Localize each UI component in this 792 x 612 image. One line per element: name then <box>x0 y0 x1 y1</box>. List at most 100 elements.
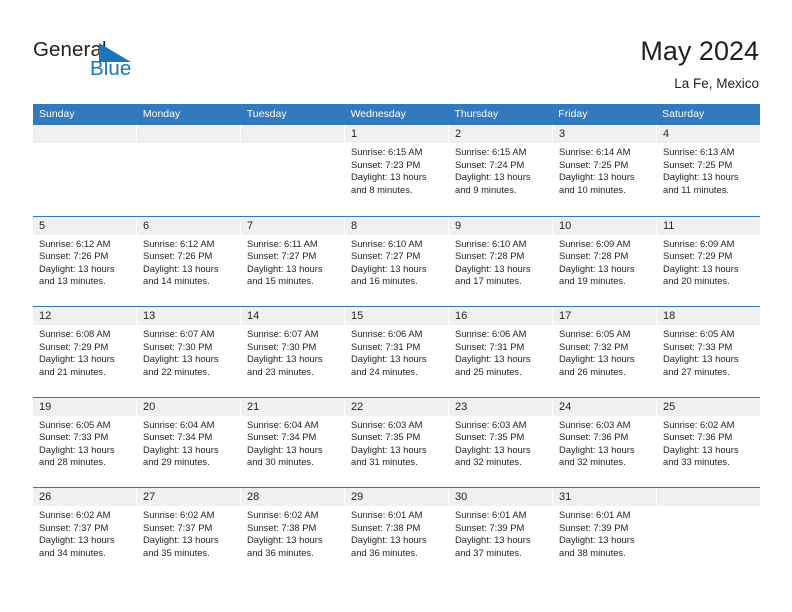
day-cell[interactable]: 8 Sunrise: 6:10 AM Sunset: 7:27 PM Daylight… <box>345 216 449 306</box>
day-number: 2 <box>449 125 552 143</box>
brand-logo[interactable]: General Blue <box>33 38 233 86</box>
day-cell[interactable]: 28 Sunrise: 6:02 AM Sunset: 7:38 PM Dayligh… <box>241 488 345 578</box>
day-cell[interactable]: 27 Sunrise: 6:02 AM Sunset: 7:37 PM Dayligh… <box>137 488 241 578</box>
day-number: 10 <box>553 216 656 235</box>
day-cell[interactable]: 14 Sunrise: 6:07 AM Sunset: 7:30 PM Dayligh… <box>241 307 345 397</box>
day-detail-daylight2: and 30 minutes. <box>247 456 314 468</box>
day-cell[interactable]: 31 Sunrise: 6:01 AM Sunset: 7:39 PM Dayligh… <box>553 488 657 578</box>
day-detail-sunrise: Sunrise: 6:04 AM <box>247 418 319 430</box>
day-detail-daylight2: and 36 minutes. <box>351 546 418 558</box>
day-number: 28 <box>241 488 344 506</box>
day-detail-daylight1: Daylight: 13 hours <box>247 262 323 274</box>
day-detail-daylight2: and 38 minutes. <box>559 546 626 558</box>
day-cell[interactable]: 10 Sunrise: 6:09 AM Sunset: 7:28 PM Dayligh… <box>553 216 657 306</box>
day-detail-sunrise: Sunrise: 6:03 AM <box>559 418 631 430</box>
day-detail-daylight2: and 25 minutes. <box>455 365 522 377</box>
day-detail-sunrise: Sunrise: 6:01 AM <box>455 509 527 520</box>
day-cell-empty <box>137 125 241 216</box>
day-details: Sunrise: 6:02 AM Sunset: 7:37 PM Daylight:… <box>33 506 136 559</box>
day-number: 24 <box>553 397 656 416</box>
day-number <box>657 488 760 506</box>
day-detail-sunset: Sunset: 7:27 PM <box>351 250 421 262</box>
day-detail-sunset: Sunset: 7:37 PM <box>143 521 213 533</box>
day-detail-daylight1: Daylight: 13 hours <box>247 534 323 546</box>
day-number: 15 <box>345 307 448 325</box>
day-cell-empty <box>241 125 345 216</box>
day-detail-sunset: Sunset: 7:24 PM <box>455 158 525 170</box>
day-details: Sunrise: 6:10 AM Sunset: 7:27 PM Daylight:… <box>345 235 448 288</box>
day-cell[interactable]: 3 Sunrise: 6:14 AM Sunset: 7:25 PM Daylight… <box>553 125 657 216</box>
day-number: 26 <box>33 488 136 506</box>
day-cell[interactable]: 26 Sunrise: 6:02 AM Sunset: 7:37 PM Dayligh… <box>33 488 137 578</box>
day-cell[interactable]: 7 Sunrise: 6:11 AM Sunset: 7:27 PM Daylight… <box>241 216 345 306</box>
day-cell[interactable]: 20 Sunrise: 6:04 AM Sunset: 7:34 PM Dayligh… <box>137 397 241 487</box>
day-details: Sunrise: 6:02 AM Sunset: 7:36 PM Daylight:… <box>657 416 760 469</box>
day-detail-sunrise: Sunrise: 6:06 AM <box>351 328 423 339</box>
day-detail-daylight1: Daylight: 13 hours <box>559 534 635 546</box>
day-detail-daylight2: and 15 minutes. <box>247 275 314 287</box>
day-detail-sunrise: Sunrise: 6:02 AM <box>143 509 215 520</box>
day-cell[interactable]: 15 Sunrise: 6:06 AM Sunset: 7:31 PM Dayligh… <box>345 307 449 397</box>
calendar-week-row: 5 Sunrise: 6:12 AM Sunset: 7:26 PM Daylight… <box>33 215 760 306</box>
day-detail-sunset: Sunset: 7:32 PM <box>559 340 629 352</box>
day-detail-daylight1: Daylight: 13 hours <box>351 262 427 274</box>
day-cell[interactable]: 16 Sunrise: 6:06 AM Sunset: 7:31 PM Dayligh… <box>449 307 553 397</box>
day-cell[interactable]: 6 Sunrise: 6:12 AM Sunset: 7:26 PM Daylight… <box>137 216 241 306</box>
day-cell[interactable]: 2 Sunrise: 6:15 AM Sunset: 7:24 PM Daylight… <box>449 125 553 216</box>
day-number <box>33 125 136 143</box>
day-details: Sunrise: 6:15 AM Sunset: 7:24 PM Daylight:… <box>449 143 552 196</box>
day-detail-daylight2: and 33 minutes. <box>663 456 730 468</box>
day-cell[interactable]: 22 Sunrise: 6:03 AM Sunset: 7:35 PM Dayligh… <box>345 397 449 487</box>
day-number: 4 <box>657 125 760 143</box>
day-detail-sunrise: Sunrise: 6:10 AM <box>351 237 423 249</box>
day-details: Sunrise: 6:09 AM Sunset: 7:28 PM Daylight:… <box>553 235 656 288</box>
day-cell[interactable]: 13 Sunrise: 6:07 AM Sunset: 7:30 PM Dayligh… <box>137 307 241 397</box>
day-detail-daylight1: Daylight: 13 hours <box>559 353 635 365</box>
day-detail-daylight1: Daylight: 13 hours <box>663 353 739 365</box>
day-detail-daylight2: and 20 minutes. <box>663 275 730 287</box>
day-cell[interactable]: 23 Sunrise: 6:03 AM Sunset: 7:35 PM Dayligh… <box>449 397 553 487</box>
day-detail-daylight2: and 29 minutes. <box>143 456 210 468</box>
calendar-week-row: 1 Sunrise: 6:15 AM Sunset: 7:23 PM Daylight… <box>33 125 760 216</box>
day-detail-daylight1: Daylight: 13 hours <box>247 353 323 365</box>
day-detail-daylight1: Daylight: 13 hours <box>455 443 531 455</box>
day-details: Sunrise: 6:07 AM Sunset: 7:30 PM Daylight:… <box>241 325 344 378</box>
day-detail-sunrise: Sunrise: 6:02 AM <box>247 509 319 520</box>
day-detail-sunset: Sunset: 7:27 PM <box>247 250 317 262</box>
day-detail-daylight2: and 10 minutes. <box>559 183 626 195</box>
day-cell[interactable]: 1 Sunrise: 6:15 AM Sunset: 7:23 PM Daylight… <box>345 125 449 216</box>
day-cell[interactable]: 4 Sunrise: 6:13 AM Sunset: 7:25 PM Daylight… <box>657 125 760 216</box>
day-number <box>241 125 344 143</box>
day-detail-daylight1: Daylight: 13 hours <box>39 353 115 365</box>
day-cell[interactable]: 5 Sunrise: 6:12 AM Sunset: 7:26 PM Daylight… <box>33 216 137 306</box>
day-cell[interactable]: 24 Sunrise: 6:03 AM Sunset: 7:36 PM Dayligh… <box>553 397 657 487</box>
day-cell[interactable]: 21 Sunrise: 6:04 AM Sunset: 7:34 PM Dayligh… <box>241 397 345 487</box>
day-detail-daylight2: and 21 minutes. <box>39 365 106 377</box>
day-detail-sunset: Sunset: 7:36 PM <box>663 431 733 443</box>
day-number: 19 <box>33 397 136 416</box>
day-number: 18 <box>657 307 760 325</box>
day-cell[interactable]: 9 Sunrise: 6:10 AM Sunset: 7:28 PM Daylight… <box>449 216 553 306</box>
title-block: May 2024 La Fe, Mexico <box>640 34 759 92</box>
day-detail-daylight2: and 32 minutes. <box>559 456 626 468</box>
day-details: Sunrise: 6:05 AM Sunset: 7:33 PM Daylight:… <box>657 325 760 378</box>
day-cell[interactable]: 29 Sunrise: 6:01 AM Sunset: 7:38 PM Dayligh… <box>345 488 449 578</box>
day-number: 9 <box>449 216 552 235</box>
day-detail-daylight1: Daylight: 13 hours <box>39 262 115 274</box>
day-cell[interactable]: 12 Sunrise: 6:08 AM Sunset: 7:29 PM Dayligh… <box>33 307 137 397</box>
day-cell[interactable]: 25 Sunrise: 6:02 AM Sunset: 7:36 PM Dayligh… <box>657 397 760 487</box>
day-cell[interactable]: 30 Sunrise: 6:01 AM Sunset: 7:39 PM Dayligh… <box>449 488 553 578</box>
day-details: Sunrise: 6:01 AM Sunset: 7:39 PM Daylight:… <box>553 506 656 559</box>
day-detail-daylight1: Daylight: 13 hours <box>351 443 427 455</box>
day-cell[interactable]: 18 Sunrise: 6:05 AM Sunset: 7:33 PM Dayligh… <box>657 307 760 397</box>
day-detail-daylight2: and 35 minutes. <box>143 546 210 558</box>
day-details: Sunrise: 6:13 AM Sunset: 7:25 PM Daylight:… <box>657 143 760 196</box>
day-cell[interactable]: 17 Sunrise: 6:05 AM Sunset: 7:32 PM Dayligh… <box>553 307 657 397</box>
day-cell[interactable]: 11 Sunrise: 6:09 AM Sunset: 7:29 PM Dayligh… <box>657 216 760 306</box>
page-title: May 2024 <box>640 36 759 66</box>
day-details: Sunrise: 6:01 AM Sunset: 7:38 PM Daylight:… <box>345 506 448 559</box>
day-number: 6 <box>137 216 240 235</box>
day-detail-sunrise: Sunrise: 6:11 AM <box>247 237 318 249</box>
day-cell[interactable]: 19 Sunrise: 6:05 AM Sunset: 7:33 PM Dayligh… <box>33 397 137 487</box>
day-detail-daylight1: Daylight: 13 hours <box>663 443 739 455</box>
